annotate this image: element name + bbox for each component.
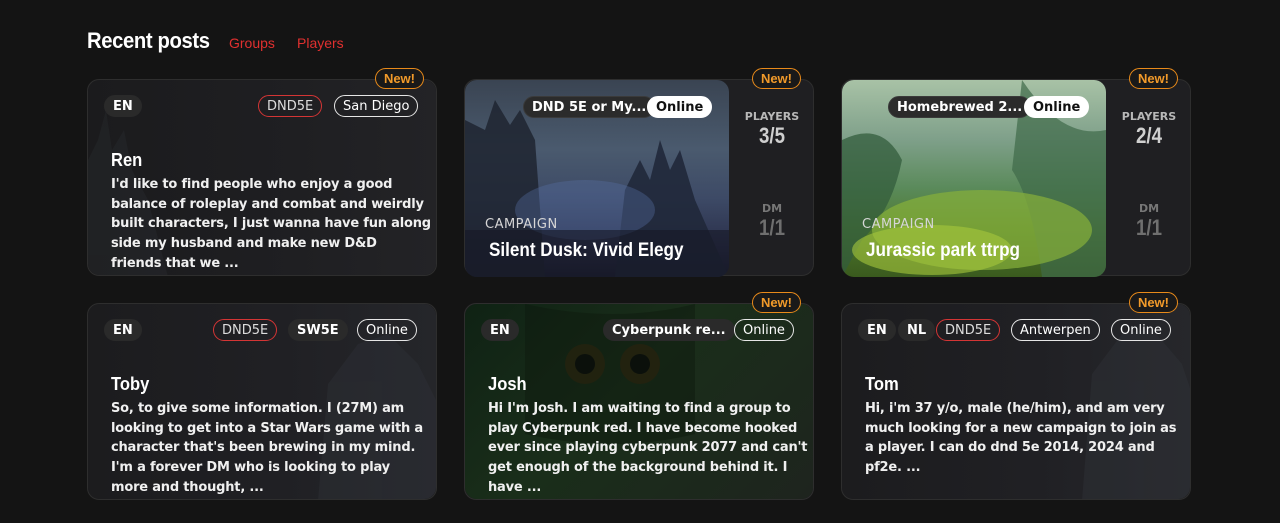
system-tag: Homebrewed 2... bbox=[888, 96, 1032, 118]
post-description: Hi I'm Josh. I am waiting to find a grou… bbox=[488, 401, 808, 495]
players-label: PLAYERS bbox=[744, 110, 800, 123]
campaign-title: Silent Dusk: Vivid Elegy bbox=[489, 240, 684, 261]
campaign-card[interactable]: New! DND 5E or My... Online CAMPAIGN Sil… bbox=[464, 68, 815, 277]
post-description: I'd like to find people who enjoy a good… bbox=[111, 177, 431, 271]
dm-count: 1/1 bbox=[1135, 215, 1163, 240]
campaign-stats: PLAYERS 2/4 DM 1/1 bbox=[1106, 80, 1192, 277]
players-label: PLAYERS bbox=[1121, 110, 1177, 123]
mode-tag: Online bbox=[647, 96, 713, 118]
player-name: Ren bbox=[111, 150, 143, 170]
tag-row: EN NL DND5E Antwerpen Online bbox=[858, 319, 1174, 343]
mode-tag: Online bbox=[1024, 96, 1090, 118]
post-description: Hi, i'm 37 y/o, male (he/him), and am ve… bbox=[865, 401, 1177, 476]
system-tag-secondary: SW5E bbox=[288, 319, 348, 341]
dm-label: DM bbox=[761, 202, 783, 215]
campaign-label: CAMPAIGN bbox=[862, 217, 935, 232]
new-badge: New! bbox=[1128, 68, 1178, 89]
mode-tag: Online bbox=[357, 319, 417, 341]
language-tag-secondary: NL bbox=[898, 319, 936, 341]
player-post-card[interactable]: EN DND5E SW5E Online Toby So, to give so… bbox=[87, 303, 437, 500]
mode-tag: Online bbox=[1111, 319, 1171, 341]
dm-label: DM bbox=[1138, 202, 1160, 215]
players-count: 3/5 bbox=[758, 123, 786, 148]
location-tag: San Diego bbox=[334, 95, 419, 117]
new-badge: New! bbox=[374, 68, 424, 89]
player-post-card[interactable]: New! EN NL DND5E Antwerpen Online Tom Hi… bbox=[841, 292, 1191, 500]
system-tag: DND 5E or My... bbox=[523, 96, 656, 118]
post-description: So, to give some information. I (27M) am… bbox=[111, 401, 423, 495]
player-post-card[interactable]: New! EN Cyberpunk re... Online Josh Hi I… bbox=[464, 292, 814, 500]
language-tag: EN bbox=[481, 319, 519, 341]
page-title: Recent posts bbox=[87, 28, 210, 53]
system-tag: DND5E bbox=[936, 319, 1001, 341]
location-tag: Antwerpen bbox=[1011, 319, 1100, 341]
campaign-title: Jurassic park ttrpg bbox=[866, 240, 1020, 261]
campaign-stats: PLAYERS 3/5 DM 1/1 bbox=[729, 80, 815, 277]
player-name: Tom bbox=[865, 374, 899, 394]
campaign-label: CAMPAIGN bbox=[485, 217, 558, 232]
new-badge: New! bbox=[751, 68, 801, 89]
tag-row: EN Cyberpunk re... Online bbox=[481, 319, 797, 343]
language-tag: EN bbox=[858, 319, 896, 341]
system-tag: DND5E bbox=[258, 95, 323, 117]
tab-groups[interactable]: Groups bbox=[229, 35, 275, 51]
new-badge: New! bbox=[751, 292, 801, 313]
player-name: Josh bbox=[488, 374, 527, 394]
system-tag: DND5E bbox=[213, 319, 278, 341]
language-tag: EN bbox=[104, 319, 142, 341]
tab-players[interactable]: Players bbox=[297, 35, 344, 51]
tag-row: EN DND5E San Diego bbox=[104, 95, 420, 119]
language-tag: EN bbox=[104, 95, 142, 117]
players-count: 2/4 bbox=[1135, 123, 1163, 148]
section-header: Recent posts Groups Players bbox=[87, 28, 344, 54]
campaign-card[interactable]: New! Homebrewed 2... Online CAMPAIGN Jur… bbox=[841, 68, 1192, 277]
dm-count: 1/1 bbox=[758, 215, 786, 240]
new-badge: New! bbox=[1128, 292, 1178, 313]
player-post-card[interactable]: New! EN DND5E San Diego Ren I'd like to … bbox=[87, 68, 437, 276]
system-tag: Cyberpunk re... bbox=[603, 319, 735, 341]
mode-tag: Online bbox=[734, 319, 794, 341]
tag-row: EN DND5E SW5E Online bbox=[104, 319, 420, 343]
player-name: Toby bbox=[111, 374, 150, 394]
